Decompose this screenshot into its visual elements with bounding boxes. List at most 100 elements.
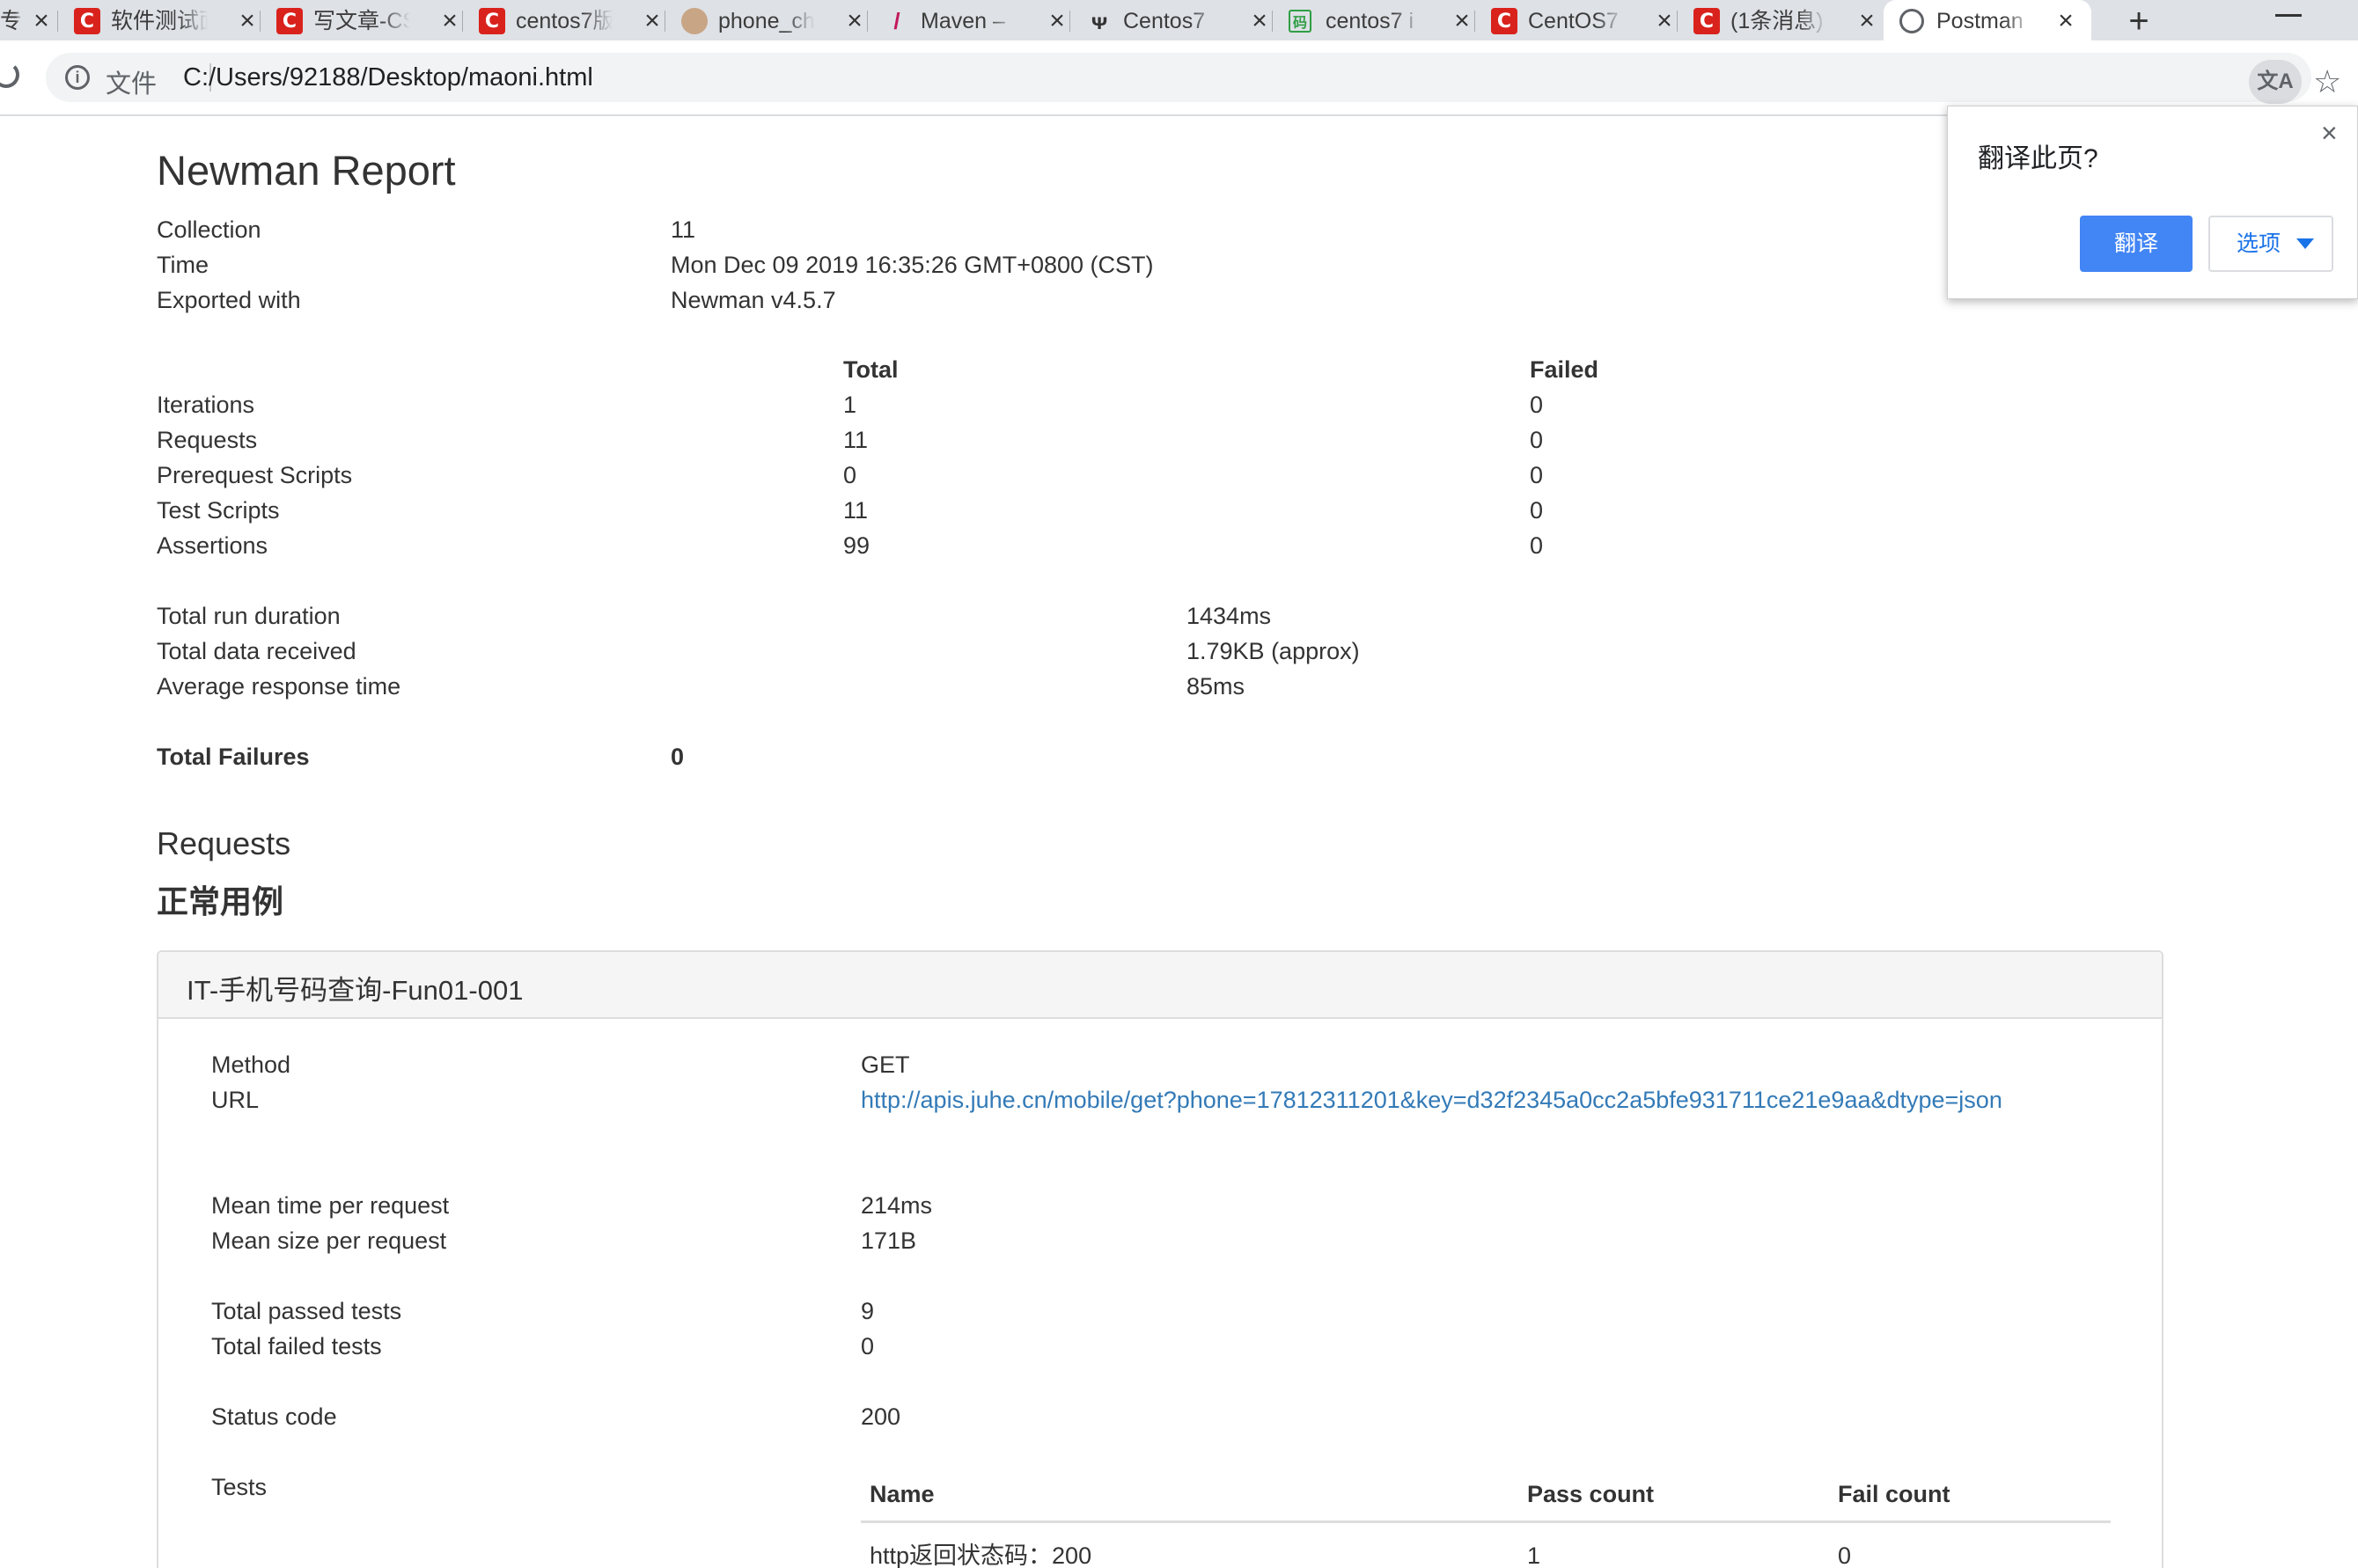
antelope-icon: ᴪ bbox=[1091, 7, 1108, 34]
method-label: Method bbox=[211, 1051, 291, 1078]
page-title: Newman Report bbox=[157, 147, 456, 194]
request-name: IT-手机号码查询-Fun01-001 bbox=[187, 975, 524, 1006]
new-tab-icon[interactable]: + bbox=[2121, 4, 2156, 39]
tab-strip: 专 × C 软件测试面 × C 写文章-CS × C centos7版 × ph… bbox=[0, 0, 2358, 40]
tab-8[interactable]: C CentOS7 × bbox=[1475, 0, 1678, 40]
stats-label: Assertions bbox=[157, 532, 268, 559]
bookmark-star-icon[interactable]: ☆ bbox=[2313, 60, 2341, 104]
tests-header-fail: Fail count bbox=[1838, 1481, 1950, 1507]
stats-failed: 0 bbox=[1530, 427, 1544, 453]
timing-label: Total data received bbox=[157, 638, 356, 664]
tab-close-icon[interactable]: × bbox=[1854, 8, 1880, 34]
failed-tests-label: Total failed tests bbox=[211, 1333, 382, 1359]
tab-0[interactable]: 专 × bbox=[0, 0, 58, 40]
stats-failed: 0 bbox=[1530, 392, 1544, 418]
timing-value: 85ms bbox=[1186, 673, 1245, 700]
stats-failed: 0 bbox=[1530, 497, 1544, 524]
stats-total: 11 bbox=[843, 497, 869, 524]
csdn-icon: C bbox=[1693, 8, 1720, 34]
reload-icon[interactable] bbox=[0, 62, 19, 88]
request-url-link[interactable]: http://apis.juhe.cn/mobile/get?phone=178… bbox=[861, 1084, 2002, 1116]
method-value: GET bbox=[861, 1051, 910, 1078]
tab-close-icon[interactable]: × bbox=[841, 8, 868, 34]
timing-label: Total run duration bbox=[157, 603, 341, 629]
csdn-icon: C bbox=[74, 8, 100, 34]
test-fail-count: 0 bbox=[1838, 1542, 1852, 1568]
tab-close-icon[interactable]: × bbox=[1246, 8, 1273, 34]
tab-title: 软件测试面 bbox=[111, 9, 208, 33]
avatar-icon bbox=[681, 8, 708, 34]
request-panel-heading[interactable]: IT-手机号码查询-Fun01-001 bbox=[158, 952, 2162, 1019]
tab-close-icon[interactable]: × bbox=[28, 8, 55, 34]
total-failures-value: 0 bbox=[671, 744, 685, 770]
tab-6[interactable]: ᴪ Centos7 × bbox=[1070, 0, 1273, 40]
code-icon: 码 bbox=[1289, 10, 1311, 33]
total-failures-label: Total Failures bbox=[157, 744, 310, 770]
info-icon[interactable]: i bbox=[65, 65, 90, 90]
translate-popup-title: 翻译此页? bbox=[1978, 144, 2098, 173]
tab-5[interactable]: / Maven – × bbox=[868, 0, 1070, 40]
tab-2[interactable]: C 写文章-CS × bbox=[261, 0, 463, 40]
tab-title: centos7 i bbox=[1326, 9, 1414, 33]
tab-9[interactable]: C (1条消息) × bbox=[1678, 0, 1880, 40]
translate-icon[interactable]: 文A bbox=[2249, 60, 2302, 104]
meta-label: Time bbox=[157, 252, 209, 278]
mean-size-value: 171B bbox=[861, 1227, 917, 1254]
address-url[interactable]: C:/Users/92188/Desktop/maoni.html bbox=[183, 63, 593, 92]
stats-header-total: Total bbox=[843, 356, 899, 383]
tab-title: 专 bbox=[0, 9, 23, 33]
tab-close-icon[interactable]: × bbox=[234, 8, 261, 34]
timing-value: 1.79KB (approx) bbox=[1186, 638, 1360, 664]
stats-total: 99 bbox=[843, 532, 870, 559]
csdn-icon: C bbox=[1491, 8, 1517, 34]
request-panel: IT-手机号码查询-Fun01-001 Method GET URL http:… bbox=[157, 950, 2163, 1568]
tab-title: centos7版 bbox=[516, 9, 613, 33]
tab-close-icon[interactable]: × bbox=[1449, 8, 1475, 34]
page-content: Newman Report Collection 11 Time Mon Dec… bbox=[0, 114, 2358, 1568]
test-name: http返回状态码：200 bbox=[870, 1542, 1092, 1568]
tab-7[interactable]: 码 centos7 i × bbox=[1273, 0, 1475, 40]
tab-close-icon[interactable]: × bbox=[1044, 8, 1070, 34]
tab-close-icon[interactable]: × bbox=[437, 8, 463, 34]
options-button[interactable]: 选项 bbox=[2208, 216, 2333, 272]
mean-size-label: Mean size per request bbox=[211, 1227, 447, 1254]
stats-total: 0 bbox=[843, 462, 857, 488]
tests-label: Tests bbox=[211, 1474, 268, 1500]
tab-title: 写文章-CS bbox=[313, 9, 410, 33]
tab-4[interactable]: phone_ch × bbox=[665, 0, 868, 40]
folder-heading: 正常用例 bbox=[157, 883, 284, 920]
meta-label: Exported with bbox=[157, 287, 301, 313]
timing-value: 1434ms bbox=[1186, 603, 1272, 629]
status-code-value: 200 bbox=[861, 1403, 901, 1430]
failed-tests-value: 0 bbox=[861, 1333, 875, 1359]
tab-close-icon[interactable]: × bbox=[2053, 8, 2079, 34]
test-pass-count: 1 bbox=[1527, 1542, 1541, 1568]
tab-1[interactable]: C 软件测试面 × bbox=[58, 0, 261, 40]
minimize-icon[interactable] bbox=[2275, 14, 2302, 17]
tab-title: Maven – bbox=[921, 9, 1005, 33]
mean-time-label: Mean time per request bbox=[211, 1192, 450, 1219]
tab-title: phone_ch bbox=[718, 9, 815, 33]
meta-value: 11 bbox=[671, 216, 696, 243]
tests-header-divider bbox=[861, 1520, 2111, 1523]
tab-close-icon[interactable]: × bbox=[1651, 8, 1678, 34]
stats-failed: 0 bbox=[1530, 532, 1544, 559]
tab-close-icon[interactable]: × bbox=[639, 8, 665, 34]
tab-active-postman[interactable]: Postman × bbox=[1884, 0, 2091, 40]
stats-label: Iterations bbox=[157, 392, 255, 418]
translate-popup: 翻译此页? × 翻译 选项 bbox=[1947, 106, 2358, 299]
tab-3[interactable]: C centos7版 × bbox=[463, 0, 665, 40]
stats-failed: 0 bbox=[1530, 462, 1544, 488]
stats-total: 1 bbox=[843, 392, 857, 418]
chevron-down-icon bbox=[2296, 238, 2314, 249]
translate-button[interactable]: 翻译 bbox=[2080, 216, 2193, 272]
close-icon[interactable]: × bbox=[2321, 119, 2338, 147]
tab-title: Centos7 bbox=[1123, 9, 1206, 33]
requests-heading: Requests bbox=[157, 825, 291, 861]
tab-title: CentOS7 bbox=[1528, 9, 1619, 33]
passed-tests-value: 9 bbox=[861, 1298, 875, 1324]
stats-label: Requests bbox=[157, 427, 258, 453]
tests-header-name: Name bbox=[870, 1481, 935, 1507]
mean-time-value: 214ms bbox=[861, 1192, 933, 1219]
address-bar[interactable]: i 文件 C:/Users/92188/Desktop/maoni.html bbox=[46, 53, 2311, 102]
